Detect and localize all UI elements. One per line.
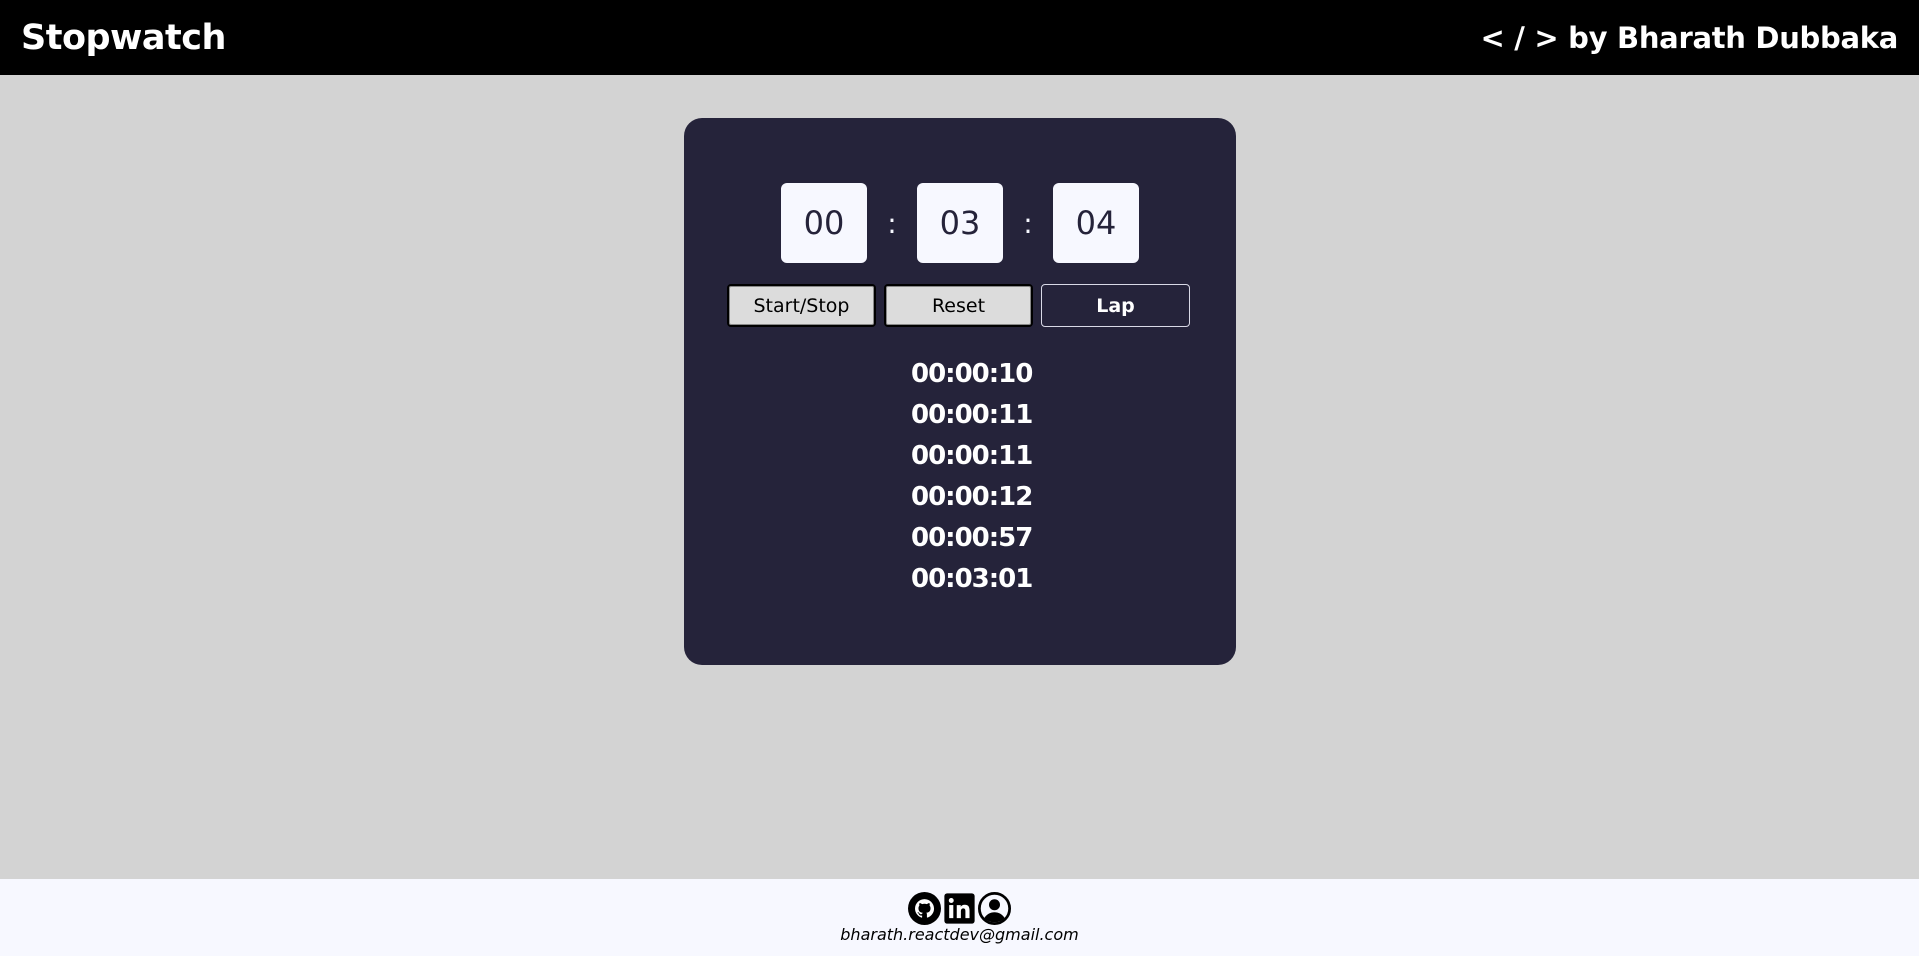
time-separator: : [887, 206, 897, 240]
social-links [908, 892, 1011, 925]
lap-item: 00:00:57 [911, 523, 1033, 553]
minutes-display: 03 [917, 183, 1003, 263]
lap-item: 00:03:01 [911, 564, 1033, 594]
seconds-display: 04 [1053, 183, 1139, 263]
linkedin-icon[interactable] [943, 892, 976, 925]
reset-button[interactable]: Reset [884, 284, 1033, 327]
time-display: 00 : 03 : 04 [781, 183, 1139, 263]
github-icon[interactable] [908, 892, 941, 925]
lap-item: 00:00:11 [911, 441, 1033, 471]
profile-icon[interactable] [978, 892, 1011, 925]
time-separator: : [1023, 206, 1033, 240]
lap-item: 00:00:12 [911, 482, 1033, 512]
lap-list: 00:00:10 00:00:11 00:00:11 00:00:12 00:0… [911, 354, 1033, 600]
hours-display: 00 [781, 183, 867, 263]
top-bar: Stopwatch < / > by Bharath Dubbaka [0, 0, 1919, 75]
footer: bharath.reactdev@gmail.com [0, 879, 1919, 956]
control-buttons: Start/Stop Reset Lap [727, 284, 1190, 327]
lap-item: 00:00:10 [911, 359, 1033, 389]
start-stop-button[interactable]: Start/Stop [727, 284, 876, 327]
lap-item: 00:00:11 [911, 400, 1033, 430]
lap-button[interactable]: Lap [1041, 284, 1190, 327]
app-title: Stopwatch [21, 17, 226, 58]
stopwatch-card: 00 : 03 : 04 Start/Stop Reset Lap 00:00:… [684, 118, 1236, 665]
author-credit: < / > by Bharath Dubbaka [1480, 20, 1899, 55]
contact-email: bharath.reactdev@gmail.com [840, 925, 1079, 944]
